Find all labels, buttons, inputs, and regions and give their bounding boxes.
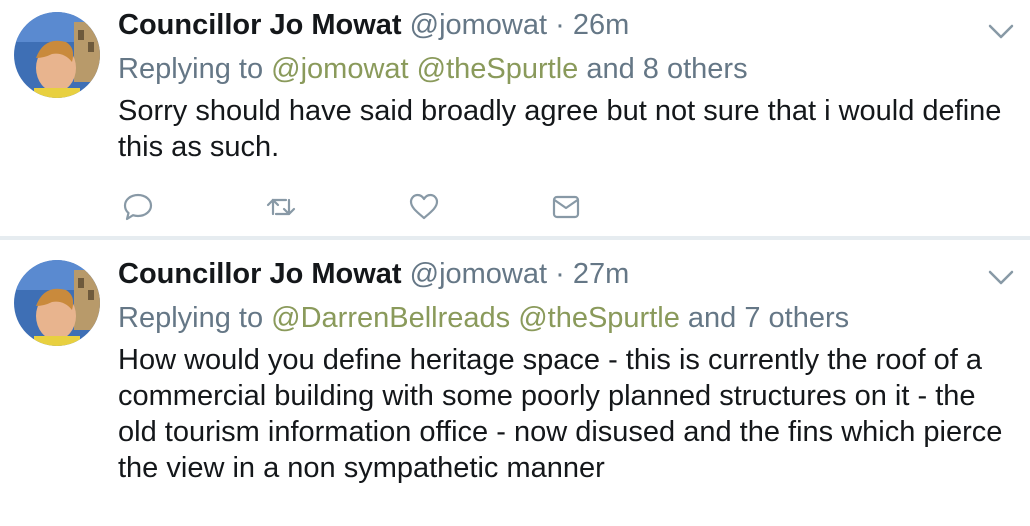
replying-others[interactable]: and 7 others (688, 302, 849, 334)
author-name[interactable]: Councillor Jo Mowat (118, 258, 402, 290)
separator-dot: · (555, 258, 565, 290)
mention-link[interactable]: @DarrenBellreads (271, 302, 510, 334)
timestamp[interactable]: 27m (573, 258, 629, 290)
separator-dot: · (555, 9, 565, 41)
replying-prefix: Replying to (118, 302, 264, 334)
retweet-icon[interactable] (264, 190, 298, 224)
tweet[interactable]: Councillor Jo Mowat @jomowat · 27m Reply… (0, 240, 1030, 526)
tweet-header: Councillor Jo Mowat @jomowat · 26m (118, 8, 629, 42)
avatar[interactable] (14, 260, 100, 346)
tweet-actions (0, 190, 1030, 224)
avatar[interactable] (14, 12, 100, 98)
mention-link[interactable]: @theSpurtle (417, 53, 579, 85)
tweet[interactable]: Councillor Jo Mowat @jomowat · 26m Reply… (0, 0, 1030, 236)
replying-to: Replying to @jomowat @theSpurtle and 8 o… (118, 52, 748, 86)
replying-others[interactable]: and 8 others (586, 53, 747, 85)
tweet-text: Sorry should have said broadly agree but… (118, 95, 1002, 163)
tweet-header: Councillor Jo Mowat @jomowat · 27m (118, 257, 629, 291)
reply-icon[interactable] (121, 190, 155, 224)
like-icon[interactable] (407, 190, 441, 224)
timestamp[interactable]: 26m (573, 9, 629, 41)
mention-link[interactable]: @theSpurtle (518, 302, 680, 334)
mention-link[interactable]: @jomowat (271, 53, 408, 85)
author-name[interactable]: Councillor Jo Mowat (118, 9, 402, 41)
replying-to: Replying to @DarrenBellreads @theSpurtle… (118, 301, 849, 335)
author-handle[interactable]: @jomowat (410, 258, 547, 290)
tweet-text: How would you define heritage space - th… (118, 344, 1003, 484)
direct-message-icon[interactable] (549, 190, 583, 224)
replying-prefix: Replying to (118, 53, 264, 85)
chevron-down-icon[interactable] (986, 266, 1016, 288)
chevron-down-icon[interactable] (986, 20, 1016, 42)
author-handle[interactable]: @jomowat (410, 9, 547, 41)
